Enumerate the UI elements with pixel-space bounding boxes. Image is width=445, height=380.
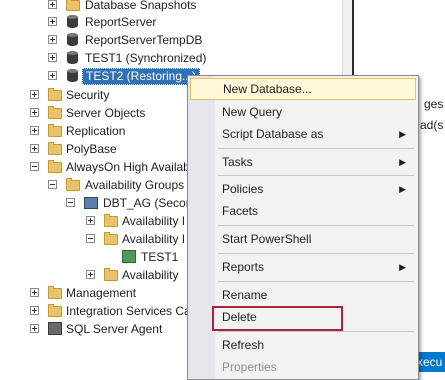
- database-restoring-icon: [67, 69, 78, 82]
- expand-toggle[interactable]: [30, 126, 39, 135]
- folder-icon: [104, 232, 118, 245]
- tree-node-reportserver[interactable]: ReportServer: [0, 13, 340, 31]
- tree-node-label: Server Objects: [66, 106, 146, 120]
- database-icon: [67, 15, 78, 28]
- database-icon: [67, 51, 78, 64]
- expand-toggle[interactable]: [48, 71, 57, 80]
- tree-node-label: Availability I: [122, 232, 186, 246]
- menu-item-label: Start PowerShell: [222, 232, 312, 246]
- submenu-arrow-icon: ▶: [399, 184, 406, 194]
- menu-item-policies[interactable]: Policies ▶: [190, 178, 416, 200]
- menu-item-new-query[interactable]: New Query: [190, 101, 416, 123]
- sql-agent-icon: [48, 322, 62, 335]
- collapse-toggle[interactable]: [66, 198, 75, 207]
- menu-item-facets[interactable]: Facets: [190, 200, 416, 222]
- menu-item-label: Properties: [222, 360, 277, 374]
- submenu-arrow-icon: ▶: [399, 262, 406, 272]
- tab-fragment: ges: [424, 97, 444, 111]
- folder-icon: [104, 214, 118, 227]
- expand-toggle[interactable]: [30, 144, 39, 153]
- status-text: xecu: [417, 355, 443, 369]
- tree-node-reportservertempdb[interactable]: ReportServerTempDB: [0, 31, 340, 49]
- menu-item-reports[interactable]: Reports ▶: [190, 256, 416, 278]
- expand-toggle[interactable]: [30, 306, 39, 315]
- folder-icon: [104, 268, 118, 281]
- menu-item-label: Policies: [222, 182, 264, 196]
- menu-item-label: Refresh: [222, 338, 265, 352]
- submenu-arrow-icon: ▶: [399, 129, 406, 139]
- folder-icon: [48, 286, 62, 299]
- menu-item-tasks[interactable]: Tasks ▶: [190, 151, 416, 173]
- tree-node-database-snapshots[interactable]: Database Snapshots: [0, 0, 340, 14]
- folder-icon: [48, 304, 62, 317]
- tree-node-label: Availability Groups: [85, 178, 185, 192]
- menu-item-label: Tasks: [222, 155, 253, 169]
- folder-icon: [48, 88, 62, 101]
- menu-separator: [218, 225, 414, 226]
- menu-item-label: Reports: [222, 260, 265, 274]
- availability-database-icon: [122, 250, 136, 263]
- tree-node-test1[interactable]: TEST1 (Synchronized): [0, 49, 340, 67]
- menu-separator: [218, 331, 414, 332]
- menu-item-refresh[interactable]: Refresh: [190, 334, 416, 356]
- database-icon: [67, 33, 78, 46]
- submenu-arrow-icon: ▶: [399, 157, 406, 167]
- expand-toggle[interactable]: [30, 324, 39, 333]
- tree-node-label: PolyBase: [66, 142, 117, 156]
- menu-item-label: New Query: [222, 105, 283, 119]
- expand-toggle[interactable]: [48, 53, 57, 62]
- tree-node-label: ReportServer: [85, 15, 157, 29]
- tree-node-label: TEST1 (Synchronized): [85, 51, 207, 65]
- menu-separator: [218, 148, 414, 149]
- menu-item-label: New Database...: [223, 82, 312, 96]
- menu-item-label: Rename: [222, 288, 268, 302]
- menu-item-new-database[interactable]: New Database...: [190, 78, 416, 100]
- collapse-toggle[interactable]: [86, 234, 95, 243]
- expand-toggle[interactable]: [30, 108, 39, 117]
- menu-item-label: Facets: [222, 204, 259, 218]
- tree-node-label: SQL Server Agent: [66, 322, 163, 336]
- context-menu: New Database... New Query Script Databas…: [187, 75, 419, 380]
- collapse-toggle[interactable]: [48, 180, 57, 189]
- delete-annotation-box: [212, 306, 343, 331]
- availability-group-icon: [84, 197, 98, 209]
- menu-item-script-database-as[interactable]: Script Database as ▶: [190, 123, 416, 145]
- collapse-toggle[interactable]: [30, 162, 39, 171]
- tree-node-label-selected[interactable]: TEST2 (Restoring...): [82, 68, 201, 85]
- tree-node-label: Availability I: [122, 214, 186, 228]
- menu-separator: [218, 175, 414, 176]
- folder-icon: [48, 142, 62, 155]
- tree-node-label: Replication: [66, 124, 126, 138]
- expand-toggle[interactable]: [48, 35, 57, 44]
- folder-icon: [48, 106, 62, 119]
- menu-separator: [218, 281, 414, 282]
- folder-icon: [66, 178, 80, 191]
- expand-toggle[interactable]: [86, 270, 95, 279]
- menu-item-label: Script Database as: [222, 127, 324, 141]
- folder-icon: [48, 124, 62, 137]
- tree-node-label: TEST1: [141, 250, 179, 264]
- expand-toggle[interactable]: [86, 216, 95, 225]
- tree-node-label: AlwaysOn High Availab: [66, 160, 190, 174]
- menu-item-properties: Properties: [190, 356, 416, 378]
- tree-node-label: Database Snapshots: [85, 0, 197, 12]
- expand-toggle[interactable]: [48, 0, 57, 9]
- tree-node-label: Integration Services Ca: [66, 304, 191, 318]
- expand-toggle[interactable]: [48, 17, 57, 26]
- tree-node-label: Availability: [122, 268, 179, 282]
- folder-icon: [66, 0, 80, 11]
- tree-node-label: ReportServerTempDB: [85, 33, 203, 47]
- tree-node-label: Security: [66, 88, 110, 102]
- menu-item-rename[interactable]: Rename: [190, 284, 416, 306]
- code-fragment: ad(s: [420, 118, 444, 132]
- expand-toggle[interactable]: [30, 288, 39, 297]
- tree-node-label: DBT_AG (Secon: [103, 196, 193, 210]
- expand-toggle[interactable]: [30, 90, 39, 99]
- menu-separator: [218, 253, 414, 254]
- menu-item-start-powershell[interactable]: Start PowerShell: [190, 228, 416, 250]
- folder-icon: [48, 160, 62, 173]
- tree-node-label: Management: [66, 286, 137, 300]
